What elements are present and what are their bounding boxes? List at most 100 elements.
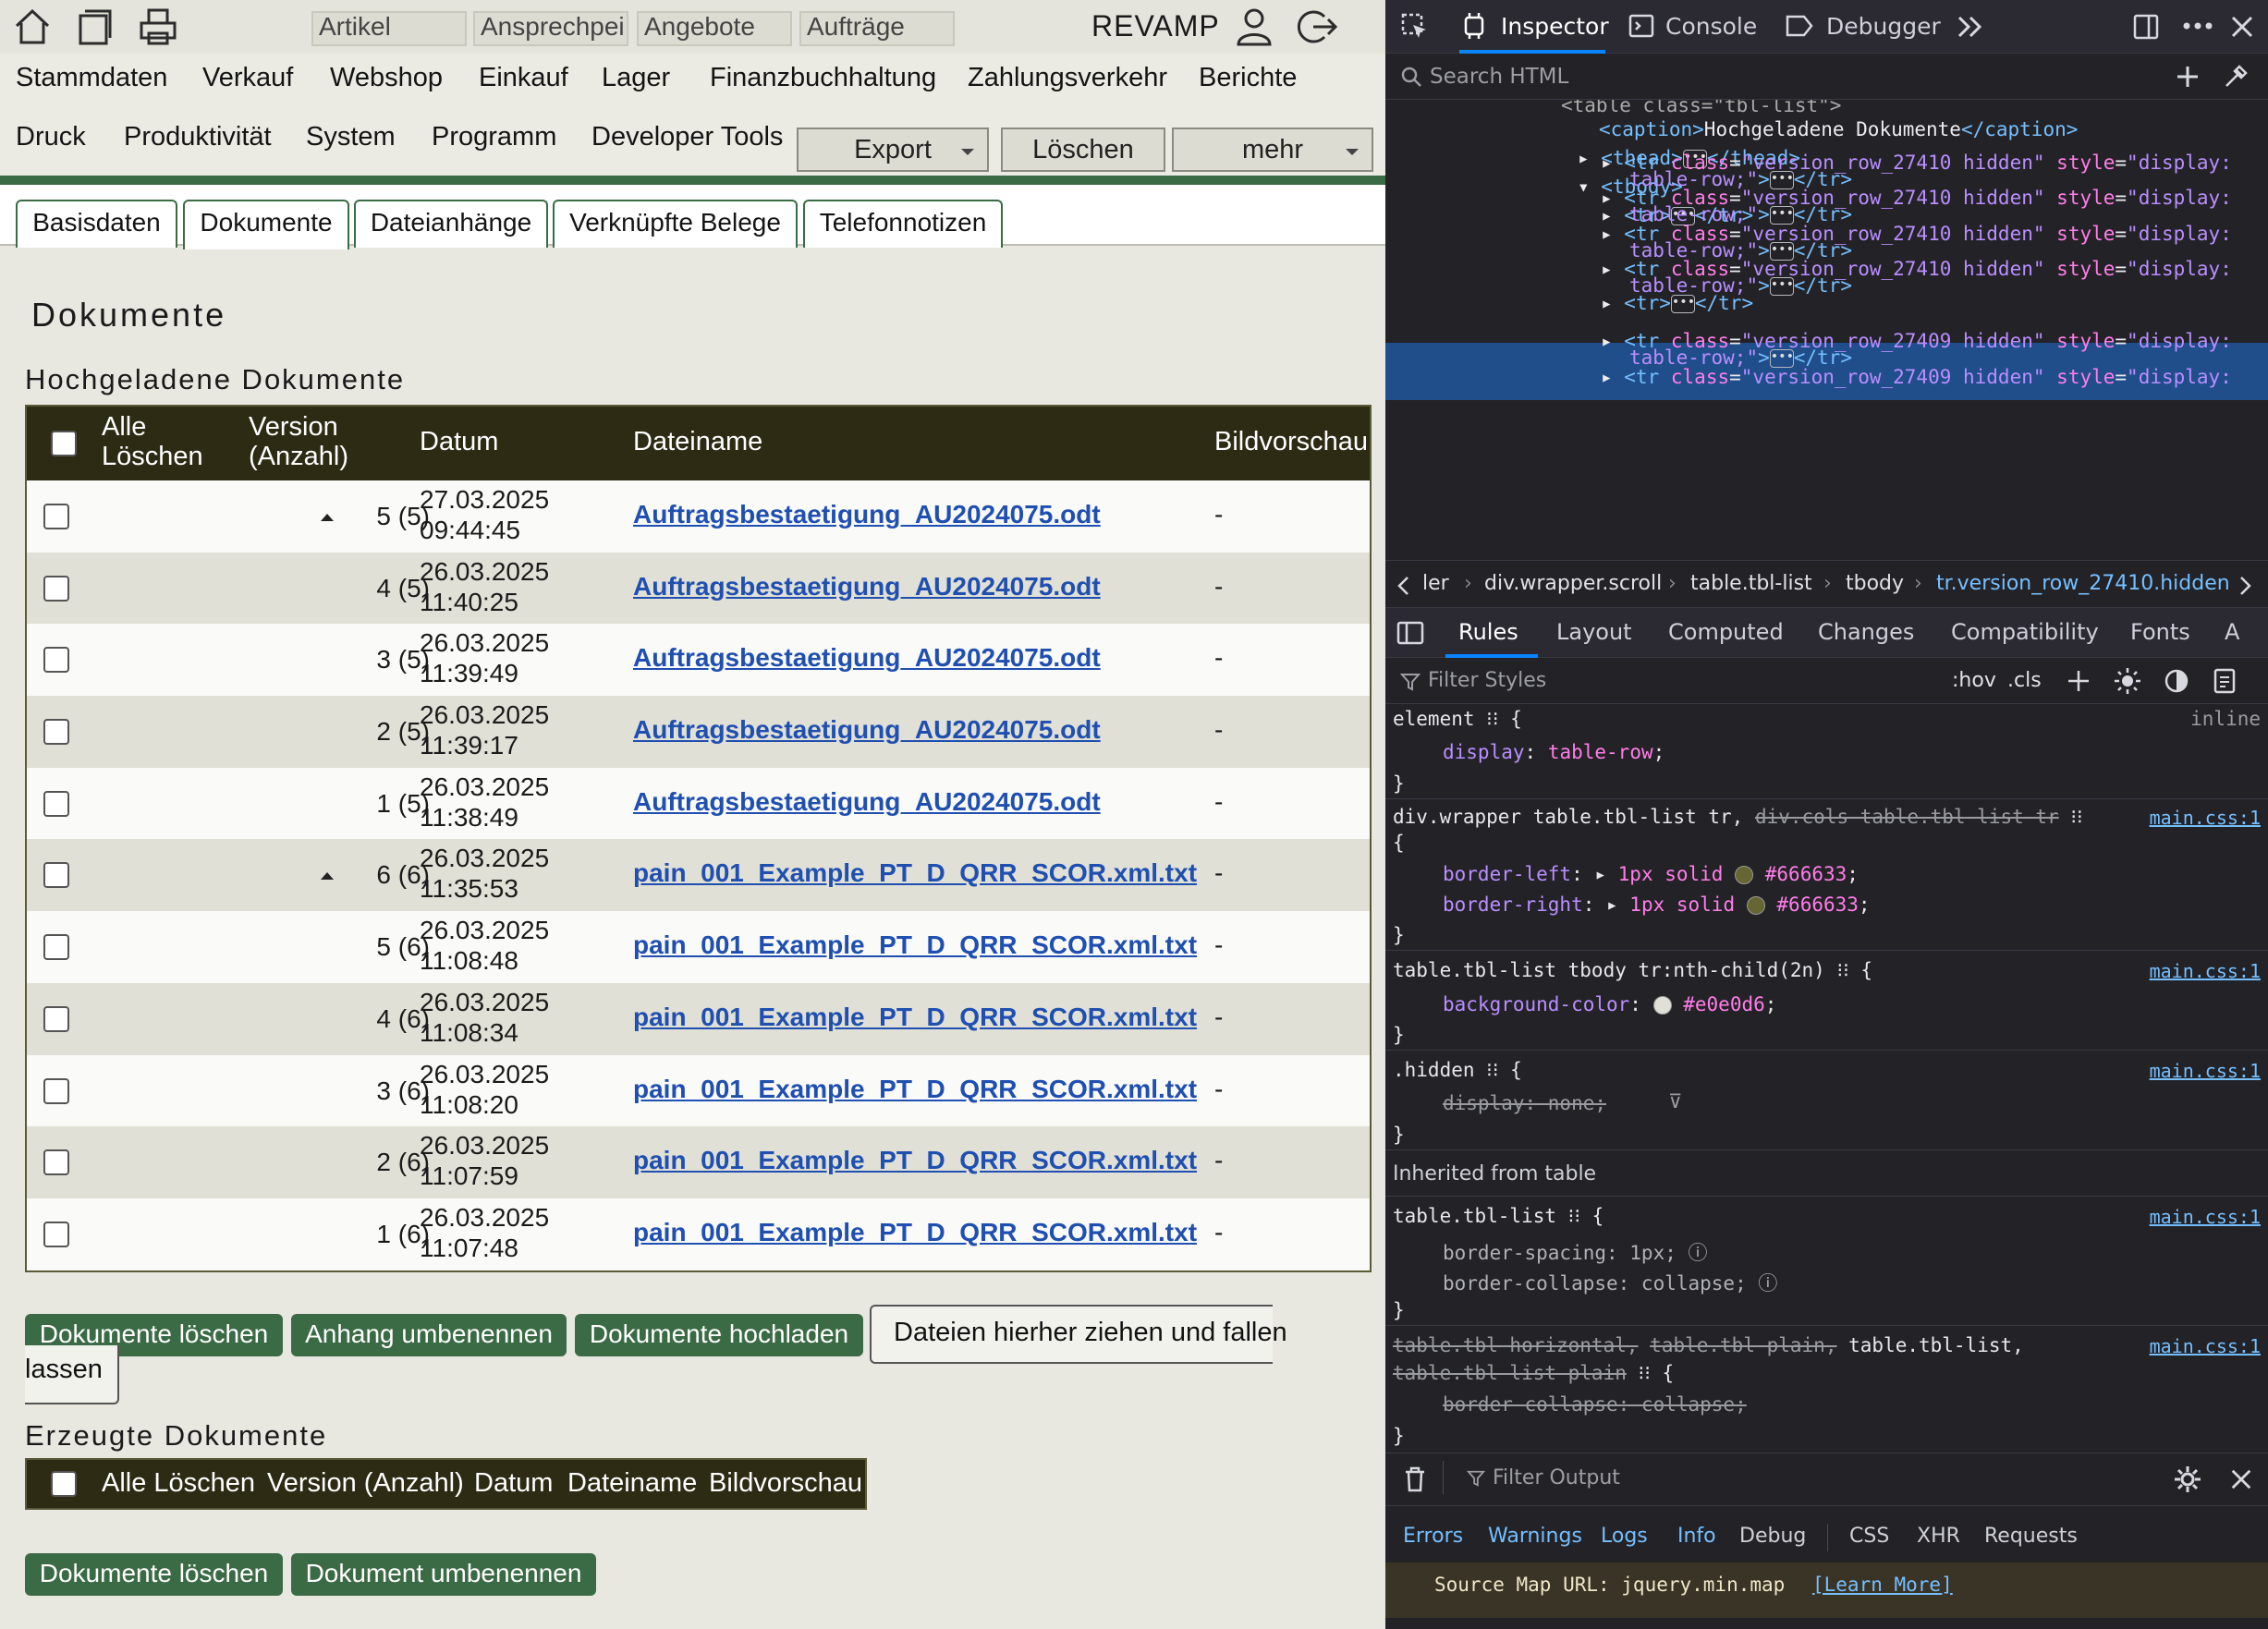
menu-finanzbuchhaltung[interactable]: Finanzbuchhaltung <box>710 63 936 93</box>
more-tools-icon[interactable] <box>1957 15 1984 39</box>
border-collapse-decl[interactable]: border-collapse: collapse; ⓘ <box>1443 1269 1777 1296</box>
console-filter-info[interactable]: Info <box>1677 1525 1716 1548</box>
light-mode-icon[interactable] <box>2114 667 2141 695</box>
row-checkbox[interactable] <box>43 1221 69 1247</box>
menu-dots-icon[interactable] <box>2182 20 2213 31</box>
tab-console[interactable]: Console <box>1665 13 1757 40</box>
code-line-tr-version[interactable]: ▸ <tr class="version_row_27409 hidden" s… <box>1601 366 2232 388</box>
rule2-source-link[interactable]: main.css:1 <box>2150 807 2261 829</box>
menu-system[interactable]: System <box>306 122 396 152</box>
breadcrumb-item[interactable]: ler <box>1422 572 1449 595</box>
collapse-caret-icon[interactable] <box>321 872 334 881</box>
quick-tab-ansprechpartner[interactable]: Ansprechpei <box>473 11 628 46</box>
rule5-source-link[interactable]: main.css:1 <box>2150 1206 2261 1228</box>
tab-dateianhaenge[interactable]: Dateianhänge <box>354 200 548 248</box>
row-checkbox[interactable] <box>43 862 69 889</box>
upload-documents-button[interactable]: Dokumente hochladen <box>575 1314 863 1356</box>
gear-icon[interactable] <box>2173 1465 2202 1494</box>
quick-tab-artikel[interactable]: Artikel <box>311 11 467 46</box>
background-color-decl[interactable]: background-color: #e0e0d6; <box>1443 993 1776 1015</box>
file-link[interactable]: Auftragsbestaetigung_AU2024075.odt <box>633 572 1101 602</box>
row-checkbox[interactable] <box>43 504 69 529</box>
tab-dokumente[interactable]: Dokumente <box>183 200 349 249</box>
color-swatch[interactable] <box>1652 996 1672 1015</box>
menu-verkauf[interactable]: Verkauf <box>202 63 293 93</box>
code-line-tr[interactable]: ▸ <tr>•••</tr> <box>1601 292 1753 314</box>
console-filter-css[interactable]: CSS <box>1849 1525 1889 1548</box>
filter-icon[interactable]: ⊽ <box>1668 1090 1682 1112</box>
tab-overflow[interactable]: A <box>2225 619 2239 645</box>
filter-styles-input[interactable]: Filter Styles <box>1428 669 1546 692</box>
rule4-source-link[interactable]: main.css:1 <box>2150 1060 2261 1082</box>
breadcrumb-item[interactable]: tbody <box>1846 572 1904 595</box>
user-icon[interactable] <box>1233 6 1275 48</box>
display-none-decl[interactable]: display: none; <box>1443 1092 1606 1114</box>
file-drop-zone[interactable]: Dateien hierher ziehen und fallen <box>870 1305 1287 1364</box>
row-checkbox[interactable] <box>43 934 69 961</box>
color-swatch[interactable] <box>1735 866 1754 884</box>
dark-mode-icon[interactable] <box>2164 668 2189 694</box>
menu-lager[interactable]: Lager <box>602 63 670 93</box>
tab-telefonnotizen[interactable]: Telefonnotizen <box>803 200 1003 248</box>
tab-rules[interactable]: Rules <box>1458 619 1518 645</box>
quick-tab-auftraege[interactable]: Aufträge <box>799 11 955 46</box>
select-all-generated-checkbox[interactable] <box>51 1471 77 1497</box>
rename-attachment-button[interactable]: Anhang umbenennen <box>291 1314 567 1356</box>
menu-produktivitaet[interactable]: Produktivität <box>124 122 272 152</box>
breadcrumb-item[interactable]: table.tbl-list <box>1690 572 1812 595</box>
rule6-source-link[interactable]: main.css:1 <box>2150 1335 2261 1357</box>
border-spacing-decl[interactable]: border-spacing: 1px; ⓘ <box>1443 1238 1708 1266</box>
print-media-icon[interactable] <box>2213 668 2236 694</box>
console-filter-requests[interactable]: Requests <box>1984 1525 2078 1548</box>
collapse-caret-icon[interactable] <box>321 514 334 521</box>
menu-einkauf[interactable]: Einkauf <box>479 63 568 93</box>
tab-inspector[interactable]: Inspector <box>1501 13 1609 40</box>
menu-zahlungsverkehr[interactable]: Zahlungsverkehr <box>968 63 1167 93</box>
rule3-source-link[interactable]: main.css:1 <box>2150 960 2261 982</box>
file-link[interactable]: Auftragsbestaetigung_AU2024075.odt <box>633 643 1101 673</box>
delete-button[interactable]: Löschen <box>1001 128 1165 172</box>
breadcrumb-item[interactable]: div.wrapper.scroll <box>1484 572 1662 595</box>
file-link[interactable]: pain_001_Example_PT_D_QRR_SCOR.xml.txt <box>633 1146 1197 1175</box>
rename-document-button[interactable]: Dokument umbenennen <box>291 1553 596 1596</box>
code-line-caption[interactable]: <caption>Hochgeladene Dokumente</caption… <box>1599 118 2078 140</box>
border-left-decl[interactable]: border-left: ▸ 1px solid #666633; <box>1443 863 1859 885</box>
more-dropdown[interactable]: mehr <box>1172 128 1373 172</box>
hov-toggle[interactable]: :hov <box>1952 669 1996 692</box>
menu-berichte[interactable]: Berichte <box>1199 63 1297 93</box>
file-drop-zone-wrap[interactable]: lassen <box>25 1345 119 1404</box>
file-link[interactable]: pain_001_Example_PT_D_QRR_SCOR.xml.txt <box>633 1003 1197 1032</box>
close-icon[interactable] <box>2229 1467 2253 1491</box>
row-checkbox[interactable] <box>43 1005 69 1032</box>
file-link[interactable]: pain_001_Example_PT_D_QRR_SCOR.xml.txt <box>633 930 1197 960</box>
printer-icon[interactable] <box>137 6 179 48</box>
quick-tab-angebote[interactable]: Angebote <box>637 11 792 46</box>
tab-fonts[interactable]: Fonts <box>2130 619 2190 645</box>
tab-changes[interactable]: Changes <box>1818 619 1914 645</box>
filter-output-input[interactable]: Filter Output <box>1493 1466 1620 1489</box>
console-filter-xhr[interactable]: XHR <box>1917 1525 1960 1548</box>
file-link[interactable]: Auftragsbestaetigung_AU2024075.odt <box>633 787 1101 817</box>
file-link[interactable]: Auftragsbestaetigung_AU2024075.odt <box>633 500 1101 529</box>
tab-computed[interactable]: Computed <box>1668 619 1784 645</box>
tab-verknuepfte-belege[interactable]: Verknüpfte Belege <box>553 200 798 248</box>
export-dropdown[interactable]: Export <box>797 128 989 172</box>
row-checkbox[interactable] <box>43 575 69 602</box>
add-rule-icon[interactable] <box>2067 669 2091 693</box>
eyedropper-icon[interactable] <box>2223 64 2249 90</box>
file-link[interactable]: pain_001_Example_PT_D_QRR_SCOR.xml.txt <box>633 1218 1197 1247</box>
row-checkbox[interactable] <box>43 790 69 817</box>
tab-layout[interactable]: Layout <box>1556 619 1632 645</box>
color-swatch[interactable] <box>1746 896 1765 915</box>
file-link[interactable]: Auftragsbestaetigung_AU2024075.odt <box>633 715 1101 745</box>
menu-programm[interactable]: Programm <box>432 122 556 152</box>
search-html-input[interactable]: Search HTML <box>1430 65 1568 89</box>
cls-toggle[interactable]: .cls <box>2007 669 2042 692</box>
chevron-left-icon[interactable] <box>1396 576 1409 596</box>
menu-stammdaten[interactable]: Stammdaten <box>16 63 167 93</box>
console-filter-warnings[interactable]: Warnings <box>1488 1525 1582 1548</box>
file-link[interactable]: pain_001_Example_PT_D_QRR_SCOR.xml.txt <box>633 858 1197 888</box>
delete-generated-button[interactable]: Dokumente löschen <box>25 1553 283 1596</box>
add-node-icon[interactable] <box>2175 64 2201 90</box>
tab-compatibility[interactable]: Compatibility <box>1951 619 2099 645</box>
